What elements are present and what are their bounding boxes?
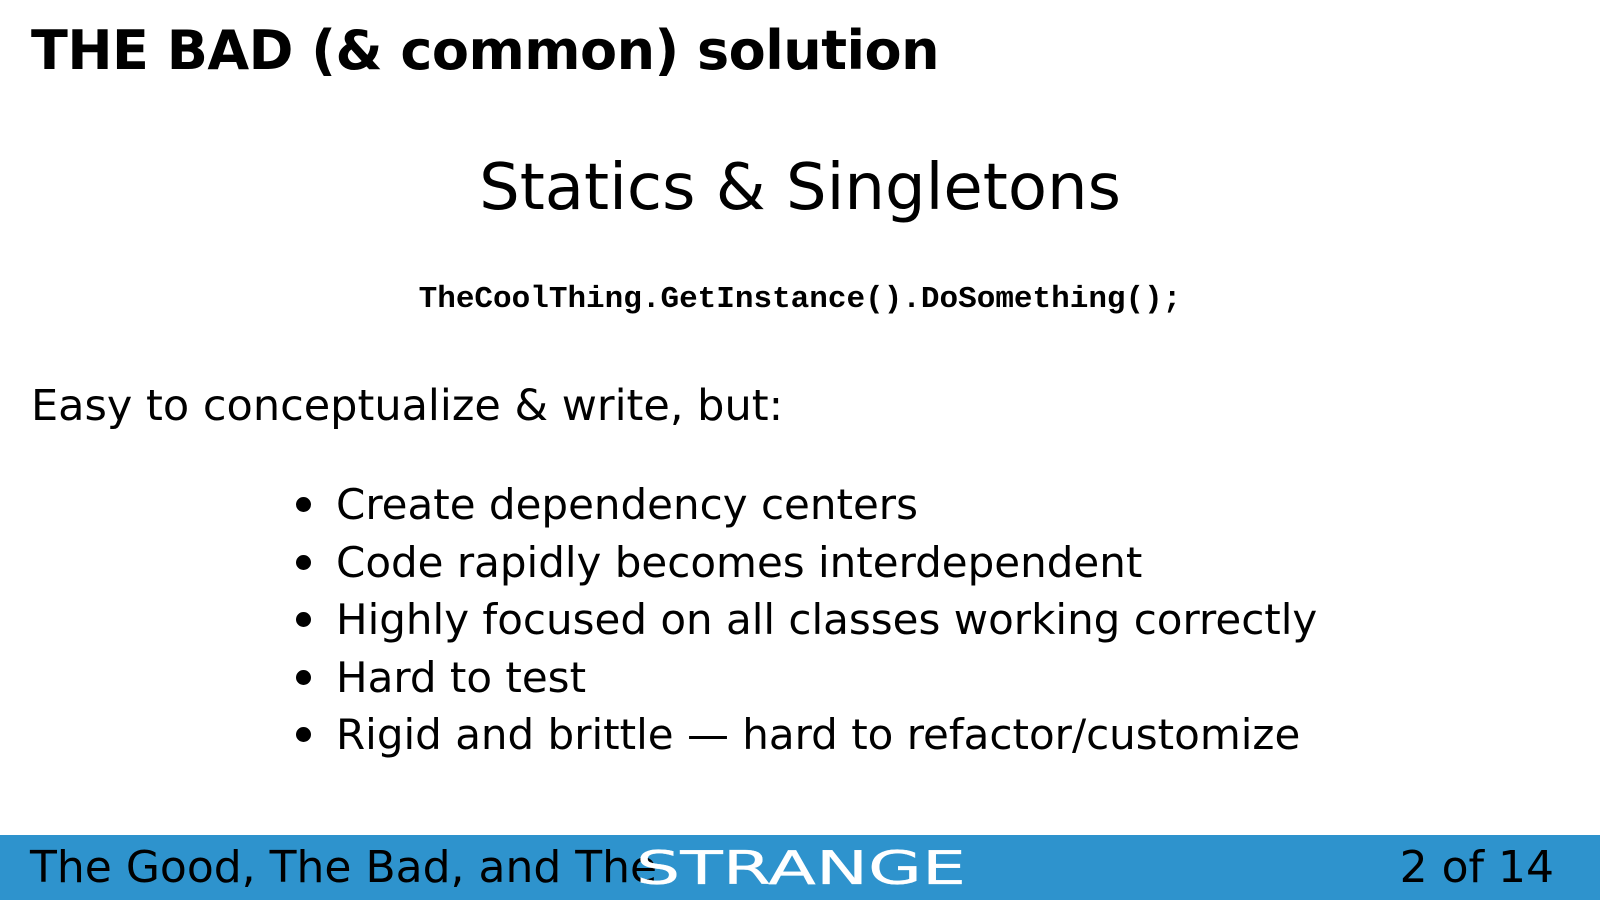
bullet-item: Create dependency centers — [296, 476, 1317, 534]
code-snippet: TheCoolThing.GetInstance().DoSomething()… — [418, 282, 1182, 317]
bullet-item: Hard to test — [296, 649, 1317, 707]
bullet-dot-icon — [296, 727, 311, 742]
bullet-text: Hard to test — [336, 652, 587, 702]
bullet-item: Code rapidly becomes interdependent — [296, 534, 1317, 592]
bullet-text: Rigid and brittle — hard to refactor/cus… — [336, 710, 1301, 759]
strange-logo: STRANGE — [636, 849, 966, 887]
bullet-text: Highly focused on all classes working co… — [336, 595, 1318, 644]
bullet-item: Highly focused on all classes working co… — [296, 591, 1317, 649]
footer-title: The Good, The Bad, and The — [30, 842, 658, 893]
bullet-text: Create dependency centers — [336, 480, 918, 529]
slide: THE BAD (& common) solution Statics & Si… — [0, 0, 1600, 900]
bullet-dot-icon — [296, 554, 311, 570]
slide-title: THE BAD (& common) solution — [31, 19, 940, 82]
intro-text: Easy to conceptualize & write, but: — [31, 381, 784, 431]
strange-logo-text: STRANGE — [636, 849, 966, 887]
bullet-item: Rigid and brittle — hard to refactor/cus… — [296, 706, 1317, 764]
bullet-dot-icon — [296, 497, 311, 512]
bullet-text: Code rapidly becomes interdependent — [336, 537, 1143, 587]
bullet-dot-icon — [296, 669, 311, 685]
slide-subtitle: Statics & Singletons — [479, 151, 1121, 225]
bullet-dot-icon — [296, 612, 311, 627]
bullet-list: Create dependency centers Code rapidly b… — [296, 476, 1317, 764]
footer-bar: The Good, The Bad, and The STRANGE 2 of … — [0, 835, 1600, 900]
page-number: 2 of 14 — [1399, 842, 1554, 893]
